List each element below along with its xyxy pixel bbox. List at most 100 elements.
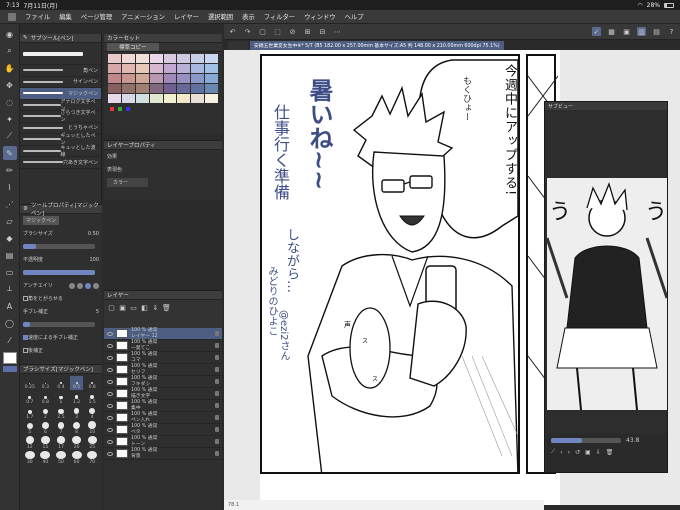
redo-icon[interactable]: ↷ [243,27,252,36]
next-icon[interactable]: › [568,449,570,456]
color-swatch[interactable] [177,64,191,73]
color-swatch[interactable] [191,64,205,73]
zoom-icon[interactable]: ⌕ [3,44,17,58]
color-swatch[interactable] [108,74,121,83]
folder-icon[interactable]: ▭ [129,303,138,312]
trash-icon[interactable]: 🗑 [162,303,171,312]
lock-icon[interactable] [215,403,219,408]
prev-icon[interactable]: ‹ [560,449,562,456]
brush-size-cell[interactable]: 0.8 [39,391,53,405]
brush-size-cell[interactable]: 1.5 [85,391,99,405]
lock-icon[interactable] [215,379,219,384]
lock-icon[interactable] [215,451,219,456]
lock-icon[interactable] [215,355,219,360]
brush-size-cell[interactable]: 60 [70,451,84,465]
layer-row[interactable]: 100 % 通常 一発てこ [104,340,222,352]
color-dot-icon[interactable] [110,107,114,111]
visibility-icon[interactable] [107,451,113,456]
antialias-none-icon[interactable] [69,282,75,289]
menu-selection[interactable]: 選択範囲 [208,12,233,21]
layer-row[interactable]: 100 % 通常 ベタ [104,424,222,436]
menu-page[interactable]: ページ管理 [81,12,112,21]
color-swatch[interactable] [149,94,163,103]
sub-color-swatch[interactable] [2,366,17,372]
eyedropper-icon[interactable]: ⟋ [3,129,17,143]
layer-row[interactable]: 100 % 通常 フキダシ [104,376,222,388]
visibility-icon[interactable] [107,343,113,348]
color-swatch[interactable] [205,74,218,83]
brush-size-cell[interactable]: 0.4 [54,376,68,390]
color-swatch[interactable] [163,74,177,83]
color-swatch[interactable] [149,74,163,83]
brush-size-cell[interactable]: 40 [39,451,53,465]
visibility-icon[interactable] [107,367,113,372]
trash-icon[interactable]: 🗑 [606,449,614,456]
document-tab[interactable]: 安錦五世業変女生中※* 5/7 (B5 182.00 x 257.00mm 基本… [250,40,504,50]
layer-row[interactable]: 100 % 通常 トーン [104,436,222,448]
visibility-icon[interactable] [107,427,113,432]
brush-size-value[interactable]: 0.50 [88,231,99,237]
color-swatch[interactable] [135,84,149,93]
deselect-icon[interactable]: ⊘ [288,27,297,36]
subtool-item[interactable]: 穴あき文字ペン [20,157,101,169]
menu-window[interactable]: ウィンドウ [304,12,335,21]
brush-size-cell[interactable]: 20 [70,436,84,450]
pencil-icon[interactable]: ✏ [3,163,17,177]
eraser-icon[interactable]: ▱ [3,214,17,228]
import-icon[interactable]: ⇩ [596,449,601,456]
color-swatch[interactable] [191,94,205,103]
ruler-snap-icon[interactable]: ✓ [592,27,601,36]
color-swatch[interactable] [135,64,149,73]
visibility-icon[interactable] [107,331,113,336]
brush-size-cell[interactable]: 4 [85,406,99,420]
brush-size-cell[interactable]: 15 [39,436,53,450]
line-icon[interactable]: ⁄ [3,333,17,347]
new-vector-icon[interactable]: ▣ [118,303,127,312]
brush-size-row[interactable]: ブラシサイズ 0.50 [20,227,102,240]
color-swatch[interactable] [149,84,163,93]
color-swatch[interactable] [149,64,163,73]
antialias-mid-icon[interactable] [85,282,91,289]
color-mode-select-row[interactable]: カラー [104,176,222,189]
menu-animation[interactable]: アニメーション [121,12,165,21]
lock-icon[interactable] [215,415,219,420]
help-icon[interactable]: ? [667,27,676,36]
color-swatch[interactable] [121,94,135,103]
grid-icon[interactable]: ▦ [607,27,616,36]
post-row[interactable]: 後補正 [20,344,102,357]
brush-size-cell[interactable]: 0.25 [23,376,37,390]
color-swatch[interactable] [108,84,121,93]
color-dot-icon[interactable] [118,107,122,111]
opacity-value[interactable]: 100 [89,257,99,263]
rotate-left-icon[interactable]: ↺ [575,449,580,456]
brush-size-cell[interactable]: 2.5 [54,406,68,420]
visibility-icon[interactable] [107,403,113,408]
app-icon[interactable] [8,12,16,21]
brush-size-cell[interactable]: 3 [70,406,84,420]
color-swatch[interactable] [205,84,218,93]
opacity-row[interactable]: 不透明度 100 [20,253,102,266]
stabilize-value[interactable]: 5 [96,309,99,315]
mask-icon[interactable]: ◧ [140,303,149,312]
color-swatch[interactable] [163,94,177,103]
color-swatch[interactable] [191,54,205,63]
logo-icon[interactable]: ◉ [3,27,17,41]
transform-icon[interactable]: ⬚ [273,27,282,36]
invert-icon[interactable]: ⊟ [318,27,327,36]
speed-row[interactable]: 速度による手ブレ補正 [20,331,102,344]
brush-size-cell[interactable]: 0.7 [23,391,37,405]
color-swatch[interactable] [121,84,135,93]
tab-thumb[interactable] [228,40,248,50]
color-swatch[interactable] [163,64,177,73]
layout-icon[interactable]: ▥ [637,27,646,36]
image-icon[interactable]: ▣ [585,449,591,456]
layer-row[interactable]: 100 % 通常 ペン入れ [104,412,222,424]
color-swatch[interactable] [163,84,177,93]
brush-size-slider[interactable] [23,244,95,249]
brush-size-cell[interactable]: 0.5 [69,376,84,390]
color-swatch[interactable] [121,64,135,73]
subtool-item[interactable]: ざらつき文字ペン [20,110,101,123]
color-swatch[interactable] [108,94,121,103]
stabilize-row[interactable]: 手ブレ補正 5 [20,305,102,318]
color-swatch[interactable] [205,54,218,63]
